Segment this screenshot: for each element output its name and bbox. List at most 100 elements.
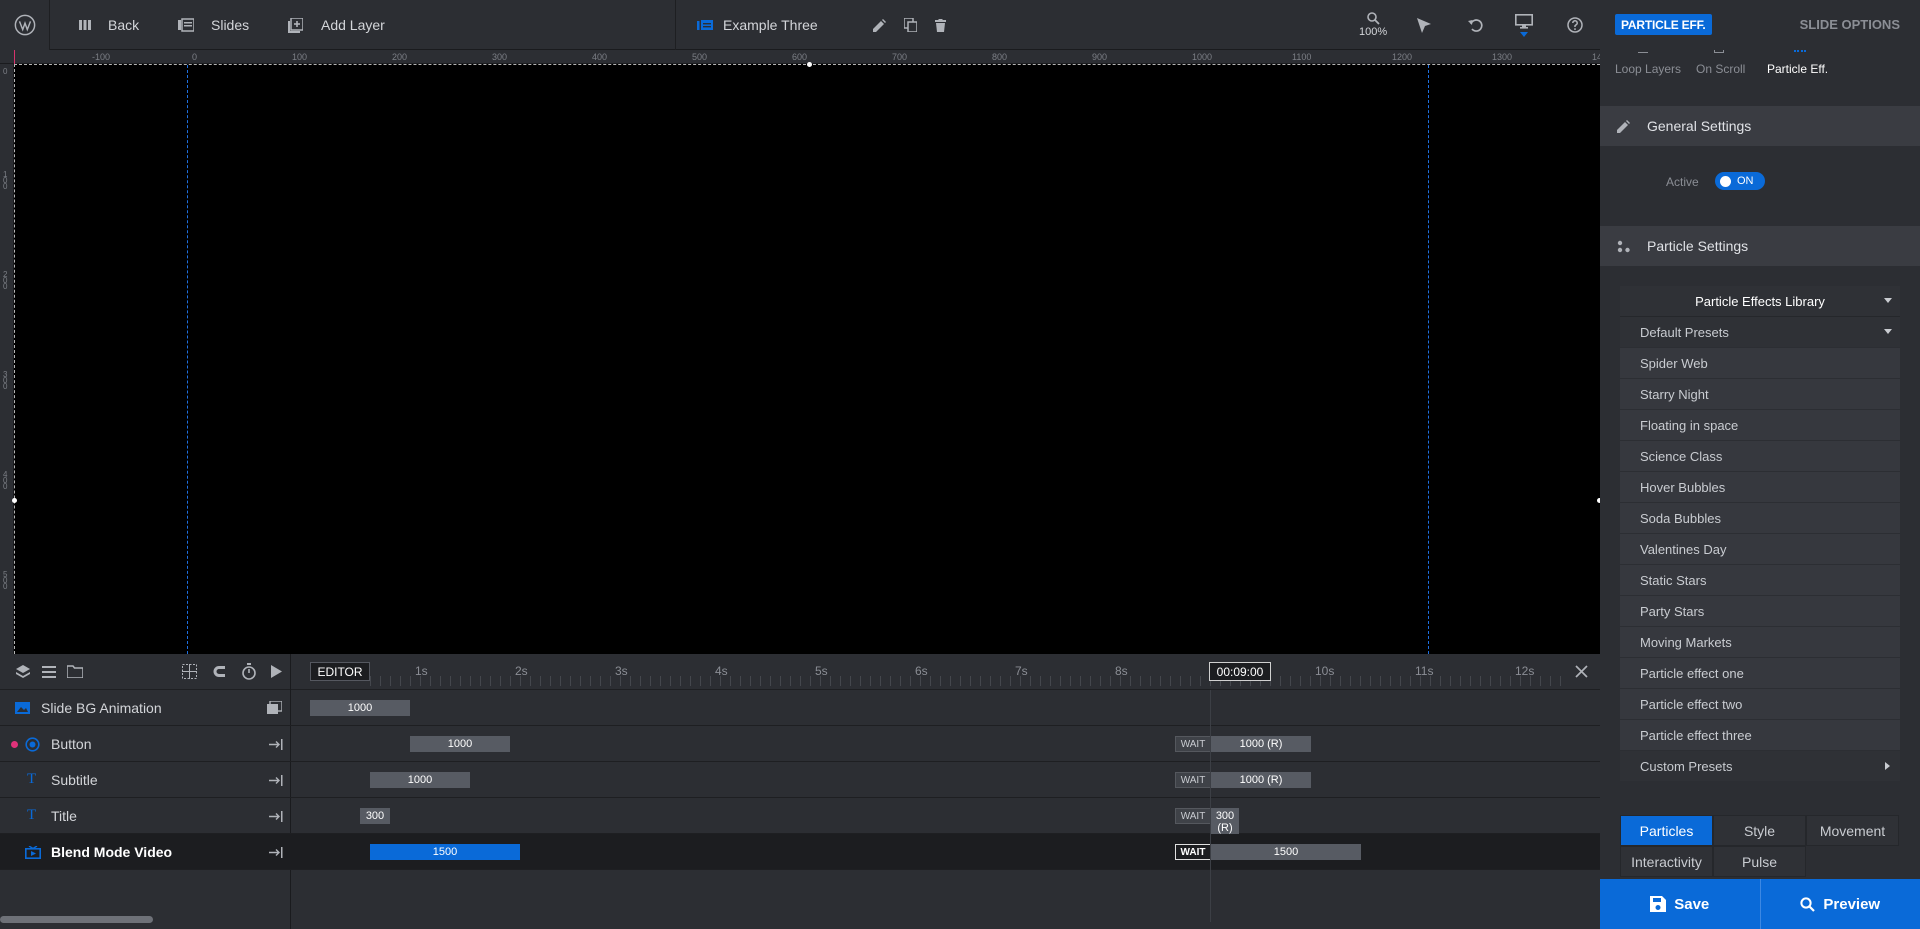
images-icon[interactable] xyxy=(267,701,282,714)
timeline-horizontal-scrollbar[interactable] xyxy=(0,916,153,923)
wait-marker[interactable]: WAIT xyxy=(1175,844,1211,860)
preview-button[interactable]: Preview xyxy=(1761,879,1920,929)
preset-item[interactable]: Moving Markets xyxy=(1620,627,1900,658)
wait-marker[interactable]: WAIT xyxy=(1175,772,1211,788)
ruler-tick: 400 xyxy=(3,470,8,491)
pencil-icon xyxy=(873,18,886,32)
default-presets-row[interactable]: Default Presets xyxy=(1620,317,1900,348)
timeline-row-title[interactable]: T Title 300 WAIT 300 (R) xyxy=(0,798,1600,836)
timeline-row-slide-bg[interactable]: Slide BG Animation 1000 xyxy=(0,690,1600,726)
timeline-second-label: 6s xyxy=(915,664,928,678)
wait-marker[interactable]: WAIT xyxy=(1175,736,1211,752)
slide-options-tab[interactable]: SLIDE OPTIONS xyxy=(1800,17,1900,32)
tab-style[interactable]: Style xyxy=(1713,815,1806,846)
layer-duration-bar[interactable]: 1500 xyxy=(370,844,520,860)
active-toggle[interactable]: ON xyxy=(1715,172,1765,190)
ruler-tick: 800 xyxy=(992,52,1008,62)
sub-tab-on-scroll[interactable]: On Scroll xyxy=(1696,62,1745,76)
align-right-icon[interactable] xyxy=(269,847,283,858)
preset-item[interactable]: Particle effect one xyxy=(1620,658,1900,689)
undo-button[interactable] xyxy=(1468,0,1483,50)
align-right-icon[interactable] xyxy=(269,775,283,786)
preset-item[interactable]: Valentines Day xyxy=(1620,534,1900,565)
layer-duration-bar[interactable]: 300 xyxy=(360,808,390,824)
tab-movement[interactable]: Movement xyxy=(1806,815,1899,846)
close-icon[interactable] xyxy=(1575,665,1588,678)
ruler-origin-marker xyxy=(14,50,15,64)
align-right-icon[interactable] xyxy=(269,739,283,750)
layer-duration-bar[interactable]: 1000 xyxy=(370,772,470,788)
preset-item[interactable]: Starry Night xyxy=(1620,379,1900,410)
ruler-tick: 700 xyxy=(892,52,908,62)
wordpress-logo-button[interactable] xyxy=(0,0,50,50)
layer-duration-bar[interactable]: 1000 xyxy=(410,736,510,752)
default-presets-label: Default Presets xyxy=(1640,324,1729,340)
tab-pulse[interactable]: Pulse xyxy=(1713,846,1806,877)
timeline-second-label: 12s xyxy=(1515,664,1535,678)
image-icon xyxy=(15,702,30,714)
device-desktop-button[interactable] xyxy=(1515,0,1533,50)
ruler-tick: 1000 xyxy=(1192,52,1213,62)
help-button[interactable] xyxy=(1567,0,1583,50)
ruler-tick: 1300 xyxy=(1492,52,1513,62)
sub-tab-particle-effects[interactable]: Particle Eff. xyxy=(1767,62,1828,76)
cursor-mode-button[interactable] xyxy=(1417,0,1431,50)
preset-item[interactable]: Soda Bubbles xyxy=(1620,503,1900,534)
timeline-playhead[interactable] xyxy=(1210,690,1211,922)
layer-end-bar[interactable]: 1000 (R) xyxy=(1211,736,1311,752)
particle-effects-badge[interactable]: PARTICLE EFF. xyxy=(1615,14,1712,35)
ruler-tick: 900 xyxy=(1092,52,1108,62)
duplicate-slide-button[interactable] xyxy=(904,0,917,50)
delete-slide-button[interactable] xyxy=(935,0,946,50)
edit-slide-button[interactable] xyxy=(873,0,886,50)
slide-name-selector[interactable]: Example Three xyxy=(697,0,818,50)
active-device-indicator xyxy=(1520,31,1528,37)
preset-item[interactable]: Party Stars xyxy=(1620,596,1900,627)
layer-name: Button xyxy=(51,736,92,752)
preset-item[interactable]: Particle effect three xyxy=(1620,720,1900,751)
tab-particles[interactable]: Particles xyxy=(1620,815,1713,846)
timeline-row-blend-video[interactable]: Blend Mode Video 1500 WAIT 1500 xyxy=(0,834,1600,870)
layer-duration-bar[interactable]: 1000 xyxy=(310,700,410,716)
help-icon xyxy=(1567,17,1583,33)
resize-handle-top[interactable] xyxy=(807,62,812,67)
particle-settings-header[interactable]: Particle Settings xyxy=(1600,226,1920,266)
save-button[interactable]: Save xyxy=(1600,879,1760,929)
caret-down-icon xyxy=(1884,329,1892,334)
custom-presets-row[interactable]: Custom Presets xyxy=(1620,751,1900,782)
preset-item[interactable]: Hover Bubbles xyxy=(1620,472,1900,503)
timeline-second-label: 2s xyxy=(515,664,528,678)
preset-item[interactable]: Particle effect two xyxy=(1620,689,1900,720)
ruler-tick: -100 xyxy=(92,52,111,62)
ruler-tick: 400 xyxy=(592,52,608,62)
layer-end-bar[interactable]: 300 (R) xyxy=(1211,808,1239,836)
pencil-icon xyxy=(1617,119,1630,133)
library-title-row[interactable]: Particle Effects Library xyxy=(1620,286,1900,317)
back-button[interactable]: Back xyxy=(78,0,139,50)
preset-item[interactable]: Spider Web xyxy=(1620,348,1900,379)
tab-interactivity[interactable]: Interactivity xyxy=(1620,846,1713,877)
timeline-ruler-ticks xyxy=(370,676,1570,686)
align-right-icon[interactable] xyxy=(269,811,283,822)
sub-tab-loop-layers[interactable]: Loop Layers xyxy=(1615,62,1681,76)
slides-icon xyxy=(178,18,194,32)
wait-marker[interactable]: WAIT xyxy=(1175,808,1211,824)
timeline-row-button[interactable]: Button 1000 WAIT 1000 (R) xyxy=(0,726,1600,762)
layer-end-bar[interactable]: 1500 xyxy=(1211,844,1361,860)
resize-handle-left[interactable] xyxy=(12,498,17,503)
general-settings-header[interactable]: General Settings xyxy=(1600,106,1920,146)
preset-item[interactable]: Static Stars xyxy=(1620,565,1900,596)
slides-button[interactable]: Slides xyxy=(178,0,249,50)
particle-tab-icon xyxy=(1794,50,1806,52)
layer-end-bar[interactable]: 1000 (R) xyxy=(1211,772,1311,788)
zoom-control[interactable]: 100% xyxy=(1359,0,1387,50)
timeline-row-subtitle[interactable]: T Subtitle 1000 WAIT 1000 (R) xyxy=(0,762,1600,798)
editor-mode-button[interactable]: EDITOR xyxy=(310,662,370,681)
preset-item[interactable]: Floating in space xyxy=(1620,410,1900,441)
add-layer-button[interactable]: Add Layer xyxy=(288,0,385,50)
top-toolbar: Back Slides Add Layer Example Three 100% xyxy=(0,0,1600,50)
slide-canvas[interactable] xyxy=(12,62,1602,654)
settings-panel: PARTICLE EFF. SLIDE OPTIONS Loop Layers … xyxy=(1600,0,1920,929)
current-time-display[interactable]: 00:09:00 xyxy=(1209,662,1271,681)
preset-item[interactable]: Science Class xyxy=(1620,441,1900,472)
